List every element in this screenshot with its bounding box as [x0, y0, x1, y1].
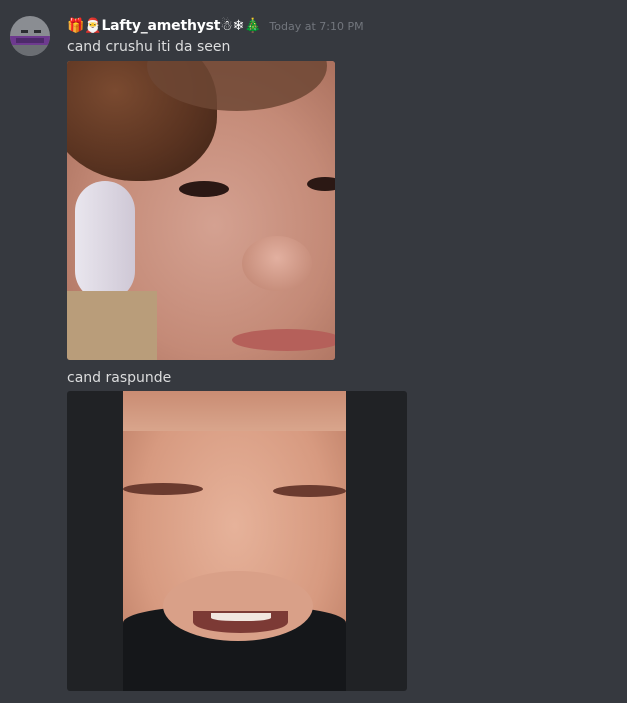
chat-message: 🎁🎅Lafty_amethyst☃❄🎄 Today at 7:10 PM can…	[0, 0, 627, 703]
avatar-eye-left	[21, 30, 28, 33]
message-text: cand raspunde	[67, 370, 172, 386]
message-text: cand crushu iti da seen	[67, 39, 231, 55]
image-attachment[interactable]	[67, 61, 335, 360]
message-timestamp: Today at 7:10 PM	[269, 19, 364, 33]
photo-headphone	[75, 181, 135, 301]
photo-forehead	[123, 391, 346, 431]
photo-nose	[242, 236, 312, 291]
photo-lips	[232, 329, 335, 351]
avatar-bottom	[10, 45, 50, 56]
photo-teeth	[211, 613, 271, 621]
photo-eye-left	[179, 181, 229, 197]
avatar-stripe-inner	[16, 38, 44, 43]
photo-lower-left	[67, 291, 157, 360]
username[interactable]: 🎁🎅Lafty_amethyst☃❄🎄	[67, 18, 262, 34]
photo-smiling	[123, 391, 346, 691]
message-header: 🎁🎅Lafty_amethyst☃❄🎄 Today at 7:10 PM	[67, 16, 364, 36]
image-attachment[interactable]	[67, 391, 407, 691]
photo-eye-right	[307, 177, 335, 191]
photo-eye-right	[273, 485, 346, 497]
avatar-eye-right	[34, 30, 41, 33]
user-avatar[interactable]	[10, 16, 50, 56]
photo-eye-left	[123, 483, 203, 495]
